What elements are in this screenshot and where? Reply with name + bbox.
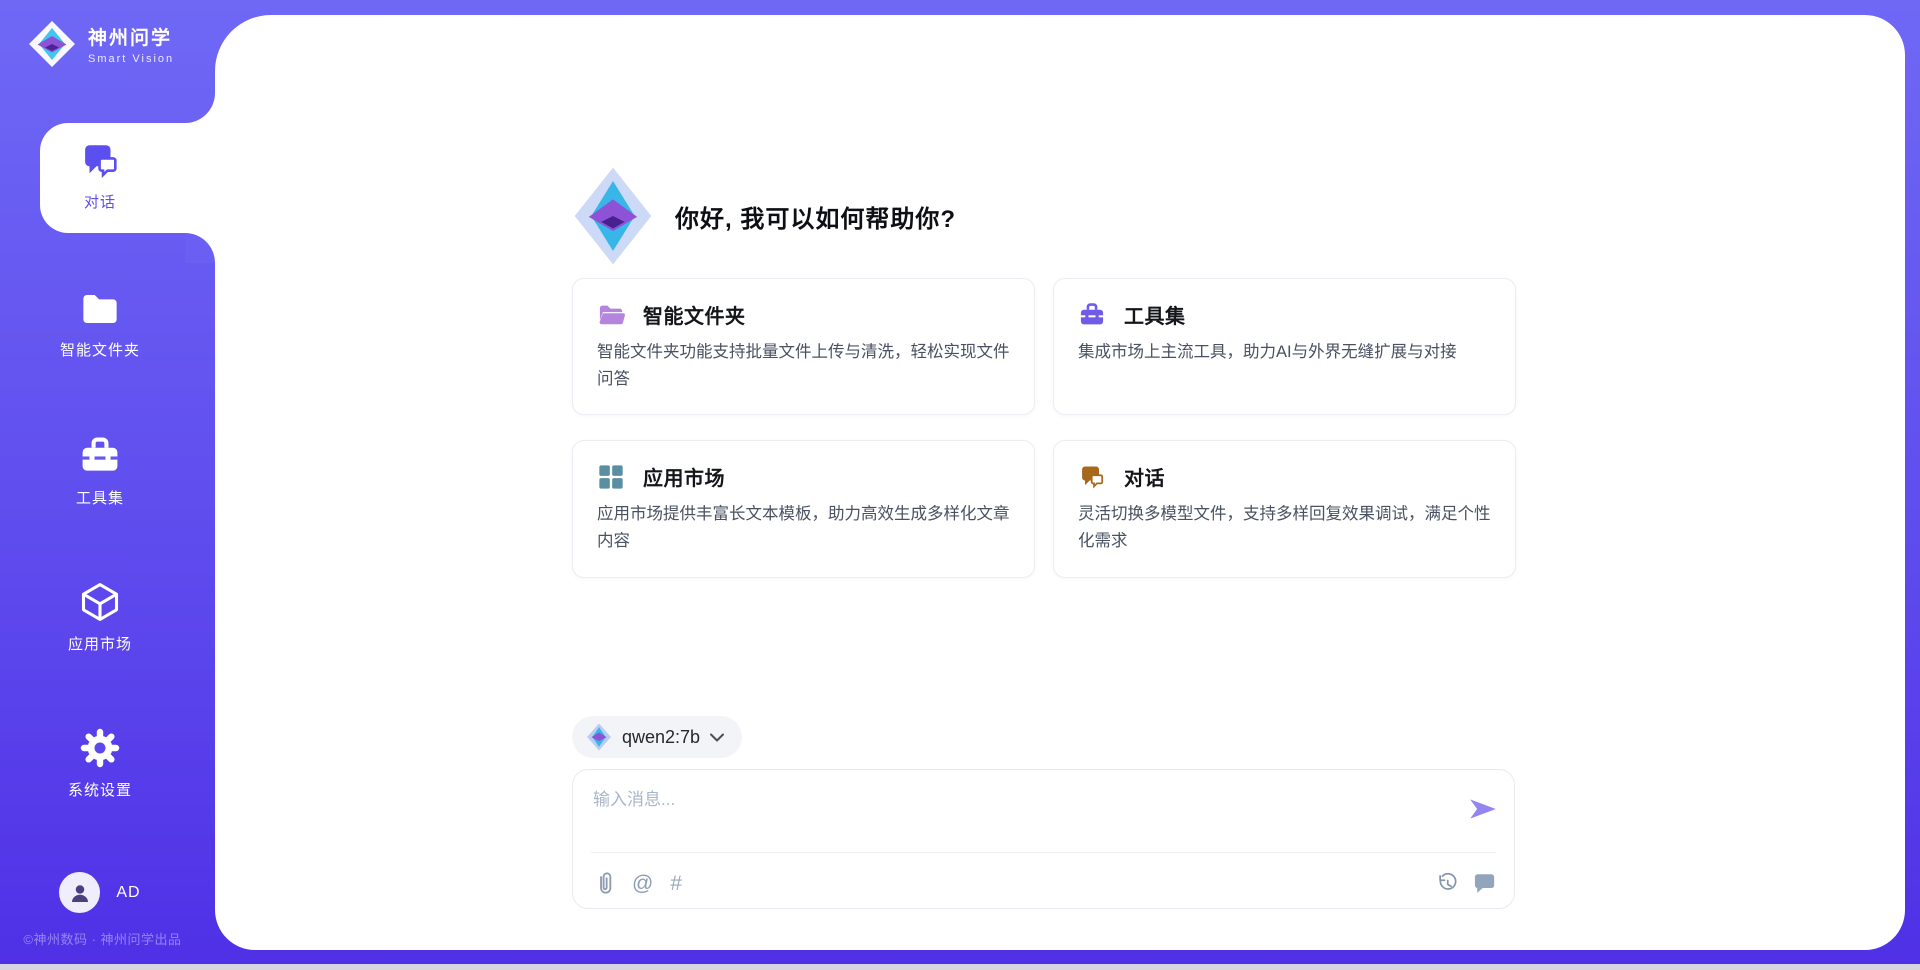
brand-subtitle: Smart Vision xyxy=(88,53,174,65)
sidebar-item-settings[interactable]: 系统设置 xyxy=(0,726,200,800)
toolbox-icon xyxy=(78,434,122,478)
tab-fillet-bottom xyxy=(185,233,215,263)
window-bottom-edge xyxy=(0,964,1920,970)
message-input[interactable] xyxy=(593,785,1453,843)
paperclip-icon[interactable] xyxy=(593,871,615,895)
brand-diamond-icon xyxy=(28,20,76,68)
greeting: 你好, 我可以如何帮助你? xyxy=(573,165,956,267)
card-title: 对话 xyxy=(1124,462,1165,491)
copyright-footer: ©神州数码 · 神州问学出品 xyxy=(5,929,200,948)
assistant-diamond-icon xyxy=(573,165,653,267)
card-title: 智能文件夹 xyxy=(643,300,746,329)
avatar xyxy=(59,872,100,913)
sidebar-item-label: 智能文件夹 xyxy=(60,339,140,360)
folder-icon xyxy=(597,301,625,329)
grid-icon xyxy=(597,463,625,491)
cube-icon xyxy=(78,580,122,624)
hash-icon[interactable]: # xyxy=(670,873,682,894)
brand-name: 神州问学 xyxy=(88,23,174,50)
person-icon xyxy=(68,881,92,905)
feature-cards: 智能文件夹 智能文件夹功能支持批量文件上传与清洗，轻松实现文件问答 工具集 集成… xyxy=(572,278,1517,578)
card-description: 集成市场上主流工具，助力AI与外界无缝扩展与对接 xyxy=(1078,339,1491,366)
folder-icon xyxy=(79,288,121,330)
card-title: 应用市场 xyxy=(643,462,725,491)
user-account[interactable]: AD xyxy=(0,872,200,913)
sidebar-item-chat[interactable]: 对话 xyxy=(0,140,200,212)
composer-toolbar: @ # xyxy=(593,871,1496,895)
sidebar-item-toolset[interactable]: 工具集 xyxy=(0,434,200,508)
at-icon[interactable]: @ xyxy=(632,873,653,894)
chat-icon xyxy=(1078,463,1106,491)
send-icon[interactable] xyxy=(1468,796,1498,822)
greeting-title: 你好, 我可以如何帮助你? xyxy=(675,199,956,234)
model-logo-diamond-icon xyxy=(586,723,612,751)
brand-logo: 神州问学 Smart Vision xyxy=(28,20,174,68)
card-chat[interactable]: 对话 灵活切换多模型文件，支持多样回复效果调试，满足个性化需求 xyxy=(1053,440,1516,577)
composer-divider xyxy=(591,852,1496,853)
sidebar-item-app-market[interactable]: 应用市场 xyxy=(0,580,200,654)
sidebar-item-label: 工具集 xyxy=(76,487,124,508)
sidebar-item-label: 应用市场 xyxy=(68,633,132,654)
card-description: 智能文件夹功能支持批量文件上传与清洗，轻松实现文件问答 xyxy=(597,339,1010,392)
sidebar-item-label: 系统设置 xyxy=(68,779,132,800)
sidebar-item-label: 对话 xyxy=(84,191,116,212)
tab-fillet-top xyxy=(185,93,215,123)
history-icon[interactable] xyxy=(1436,872,1458,894)
card-title: 工具集 xyxy=(1124,300,1186,329)
model-name: qwen2:7b xyxy=(622,727,700,748)
card-toolset[interactable]: 工具集 集成市场上主流工具，助力AI与外界无缝扩展与对接 xyxy=(1053,278,1516,415)
gear-icon xyxy=(78,726,122,770)
card-description: 应用市场提供丰富长文本模板，助力高效生成多样化文章内容 xyxy=(597,501,1010,554)
card-description: 灵活切换多模型文件，支持多样回复效果调试，满足个性化需求 xyxy=(1078,501,1491,554)
chat-icon xyxy=(79,140,121,182)
card-smart-folder[interactable]: 智能文件夹 智能文件夹功能支持批量文件上传与清洗，轻松实现文件问答 xyxy=(572,278,1035,415)
card-app-market[interactable]: 应用市场 应用市场提供丰富长文本模板，助力高效生成多样化文章内容 xyxy=(572,440,1035,577)
sidebar-item-smart-folder[interactable]: 智能文件夹 xyxy=(0,288,200,360)
chat-home: 你好, 我可以如何帮助你? 智能文件夹 智能文件夹功能支持批量文件上传与清洗，轻… xyxy=(215,15,1905,950)
chat-bubble-icon[interactable] xyxy=(1474,872,1496,894)
user-name: AD xyxy=(116,884,140,902)
message-composer: @ # xyxy=(572,769,1515,909)
sidebar: 神州问学 Smart Vision 对话 智能文件夹 xyxy=(0,0,215,970)
model-selector[interactable]: qwen2:7b xyxy=(572,716,742,758)
toolbox-icon xyxy=(1078,301,1106,329)
chevron-down-icon xyxy=(710,733,724,742)
